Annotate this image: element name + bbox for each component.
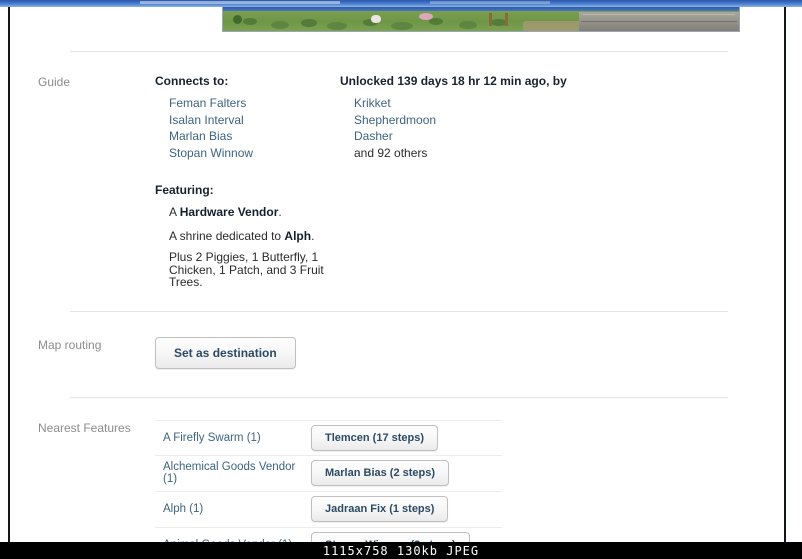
table-row[interactable]: Alph (1) Jadraan Fix (1 steps) — [155, 492, 502, 528]
banner-bush — [391, 22, 413, 30]
unlocker-link[interactable]: Shepherdmoon — [354, 112, 570, 129]
guide-section: Guide Connects to: Feman Falters Isalan … — [10, 52, 788, 311]
guide-section-label: Guide — [38, 75, 71, 89]
nearest-features-label: Nearest Features — [38, 420, 131, 435]
unlocked-by-list: Krikket Shepherdmoon Dasher and 92 other… — [340, 95, 570, 161]
featuring-vendor: A Hardware Vendor. — [169, 204, 340, 221]
banner-bush — [429, 18, 443, 25]
table-row[interactable]: A Firefly Swarm (1) Tlemcen (17 steps) — [155, 419, 502, 456]
banner-bush — [301, 19, 317, 27]
connects-link[interactable]: Marlan Bias — [169, 128, 340, 145]
banner-post — [489, 13, 492, 26]
banner-tree — [233, 15, 242, 24]
titlebar-gloss-secondary — [430, 1, 550, 4]
page-content: Guide Connects to: Feman Falters Isalan … — [10, 32, 788, 559]
feature-route-cell: Marlan Bias (2 steps) — [311, 460, 502, 486]
feature-route-button[interactable]: Marlan Bias (2 steps) — [311, 460, 450, 486]
feature-name-link[interactable]: A Firefly Swarm (1) — [163, 432, 311, 444]
featuring-vendor-suffix: . — [278, 205, 282, 219]
screenshot-viewport: Guide Connects to: Feman Falters Isalan … — [0, 0, 802, 559]
nearest-features-section: Nearest Features A Firefly Swarm (1) Tle… — [10, 398, 788, 559]
image-status-bar: 1115x758 130kb JPEG — [0, 542, 802, 559]
table-row[interactable]: Alchemical Goods Vendor (1) Marlan Bias … — [155, 456, 502, 492]
featuring-shrine-suffix: . — [311, 228, 315, 243]
connects-to-heading: Connects to: — [155, 74, 229, 88]
feature-route-button[interactable]: Tlemcen (17 steps) — [311, 424, 439, 451]
feature-name-link[interactable]: Alchemical Goods Vendor (1) — [163, 461, 311, 485]
unlocked-by-column: Unlocked 139 days 18 hr 12 min ago, by K… — [340, 74, 570, 289]
location-banner-image[interactable] — [222, 7, 740, 32]
featuring-shrine: A shrine dedicated to Alph. — [169, 228, 340, 245]
featuring-shrine-deity: Alph — [284, 228, 312, 243]
feature-route-cell: Jadraan Fix (1 steps) — [311, 496, 502, 522]
unlocker-link[interactable]: Dasher — [354, 128, 570, 145]
banner-cliff — [579, 12, 739, 31]
unlocked-heading: Unlocked 139 days 18 hr 12 min ago, by — [340, 74, 567, 88]
banner-creature — [371, 15, 381, 23]
banner-bush — [327, 22, 347, 30]
connects-link[interactable]: Feman Falters — [169, 95, 340, 112]
feature-route-button[interactable]: Jadraan Fix (1 steps) — [311, 496, 449, 522]
featuring-vendor-prefix: A — [169, 205, 180, 219]
map-routing-label: Map routing — [38, 337, 102, 352]
set-as-destination-button[interactable]: Set as destination — [155, 336, 296, 369]
banner-bush — [271, 21, 289, 29]
featuring-block: Featuring: A Hardware Vendor. A shrine d… — [155, 183, 340, 289]
featuring-extras: Plus 2 Piggies, 1 Butterfly, 1 Chicken, … — [169, 250, 324, 289]
banner-flowers — [419, 13, 433, 20]
banner-post — [505, 13, 508, 26]
connects-link[interactable]: Stopan Winnow — [169, 145, 340, 162]
titlebar-gloss — [140, 1, 340, 4]
connects-to-column: Connects to: Feman Falters Isalan Interv… — [155, 74, 340, 289]
feature-route-cell: Tlemcen (17 steps) — [311, 424, 502, 451]
banner-bush — [243, 18, 257, 25]
featuring-list: A Hardware Vendor. A shrine dedicated to… — [155, 204, 340, 289]
unlocker-others-count: and 92 others — [354, 145, 428, 160]
connects-to-list: Feman Falters Isalan Interval Marlan Bia… — [155, 95, 340, 161]
banner-bush — [459, 21, 477, 29]
image-info-text: 1115x758 130kb JPEG — [322, 543, 480, 558]
featuring-shrine-prefix: A shrine dedicated to — [169, 228, 285, 243]
featuring-heading: Featuring: — [155, 183, 214, 197]
window-titlebar — [0, 0, 802, 7]
feature-name-link[interactable]: Alph (1) — [163, 503, 311, 515]
featuring-vendor-name: Hardware Vendor — [179, 205, 279, 219]
window-frame: Guide Connects to: Feman Falters Isalan … — [8, 7, 786, 558]
nearest-features-table: A Firefly Swarm (1) Tlemcen (17 steps) A… — [155, 419, 502, 559]
map-routing-section: Map routing Set as destination — [10, 312, 788, 397]
unlocker-link[interactable]: Krikket — [354, 95, 570, 112]
connects-link[interactable]: Isalan Interval — [169, 112, 340, 129]
